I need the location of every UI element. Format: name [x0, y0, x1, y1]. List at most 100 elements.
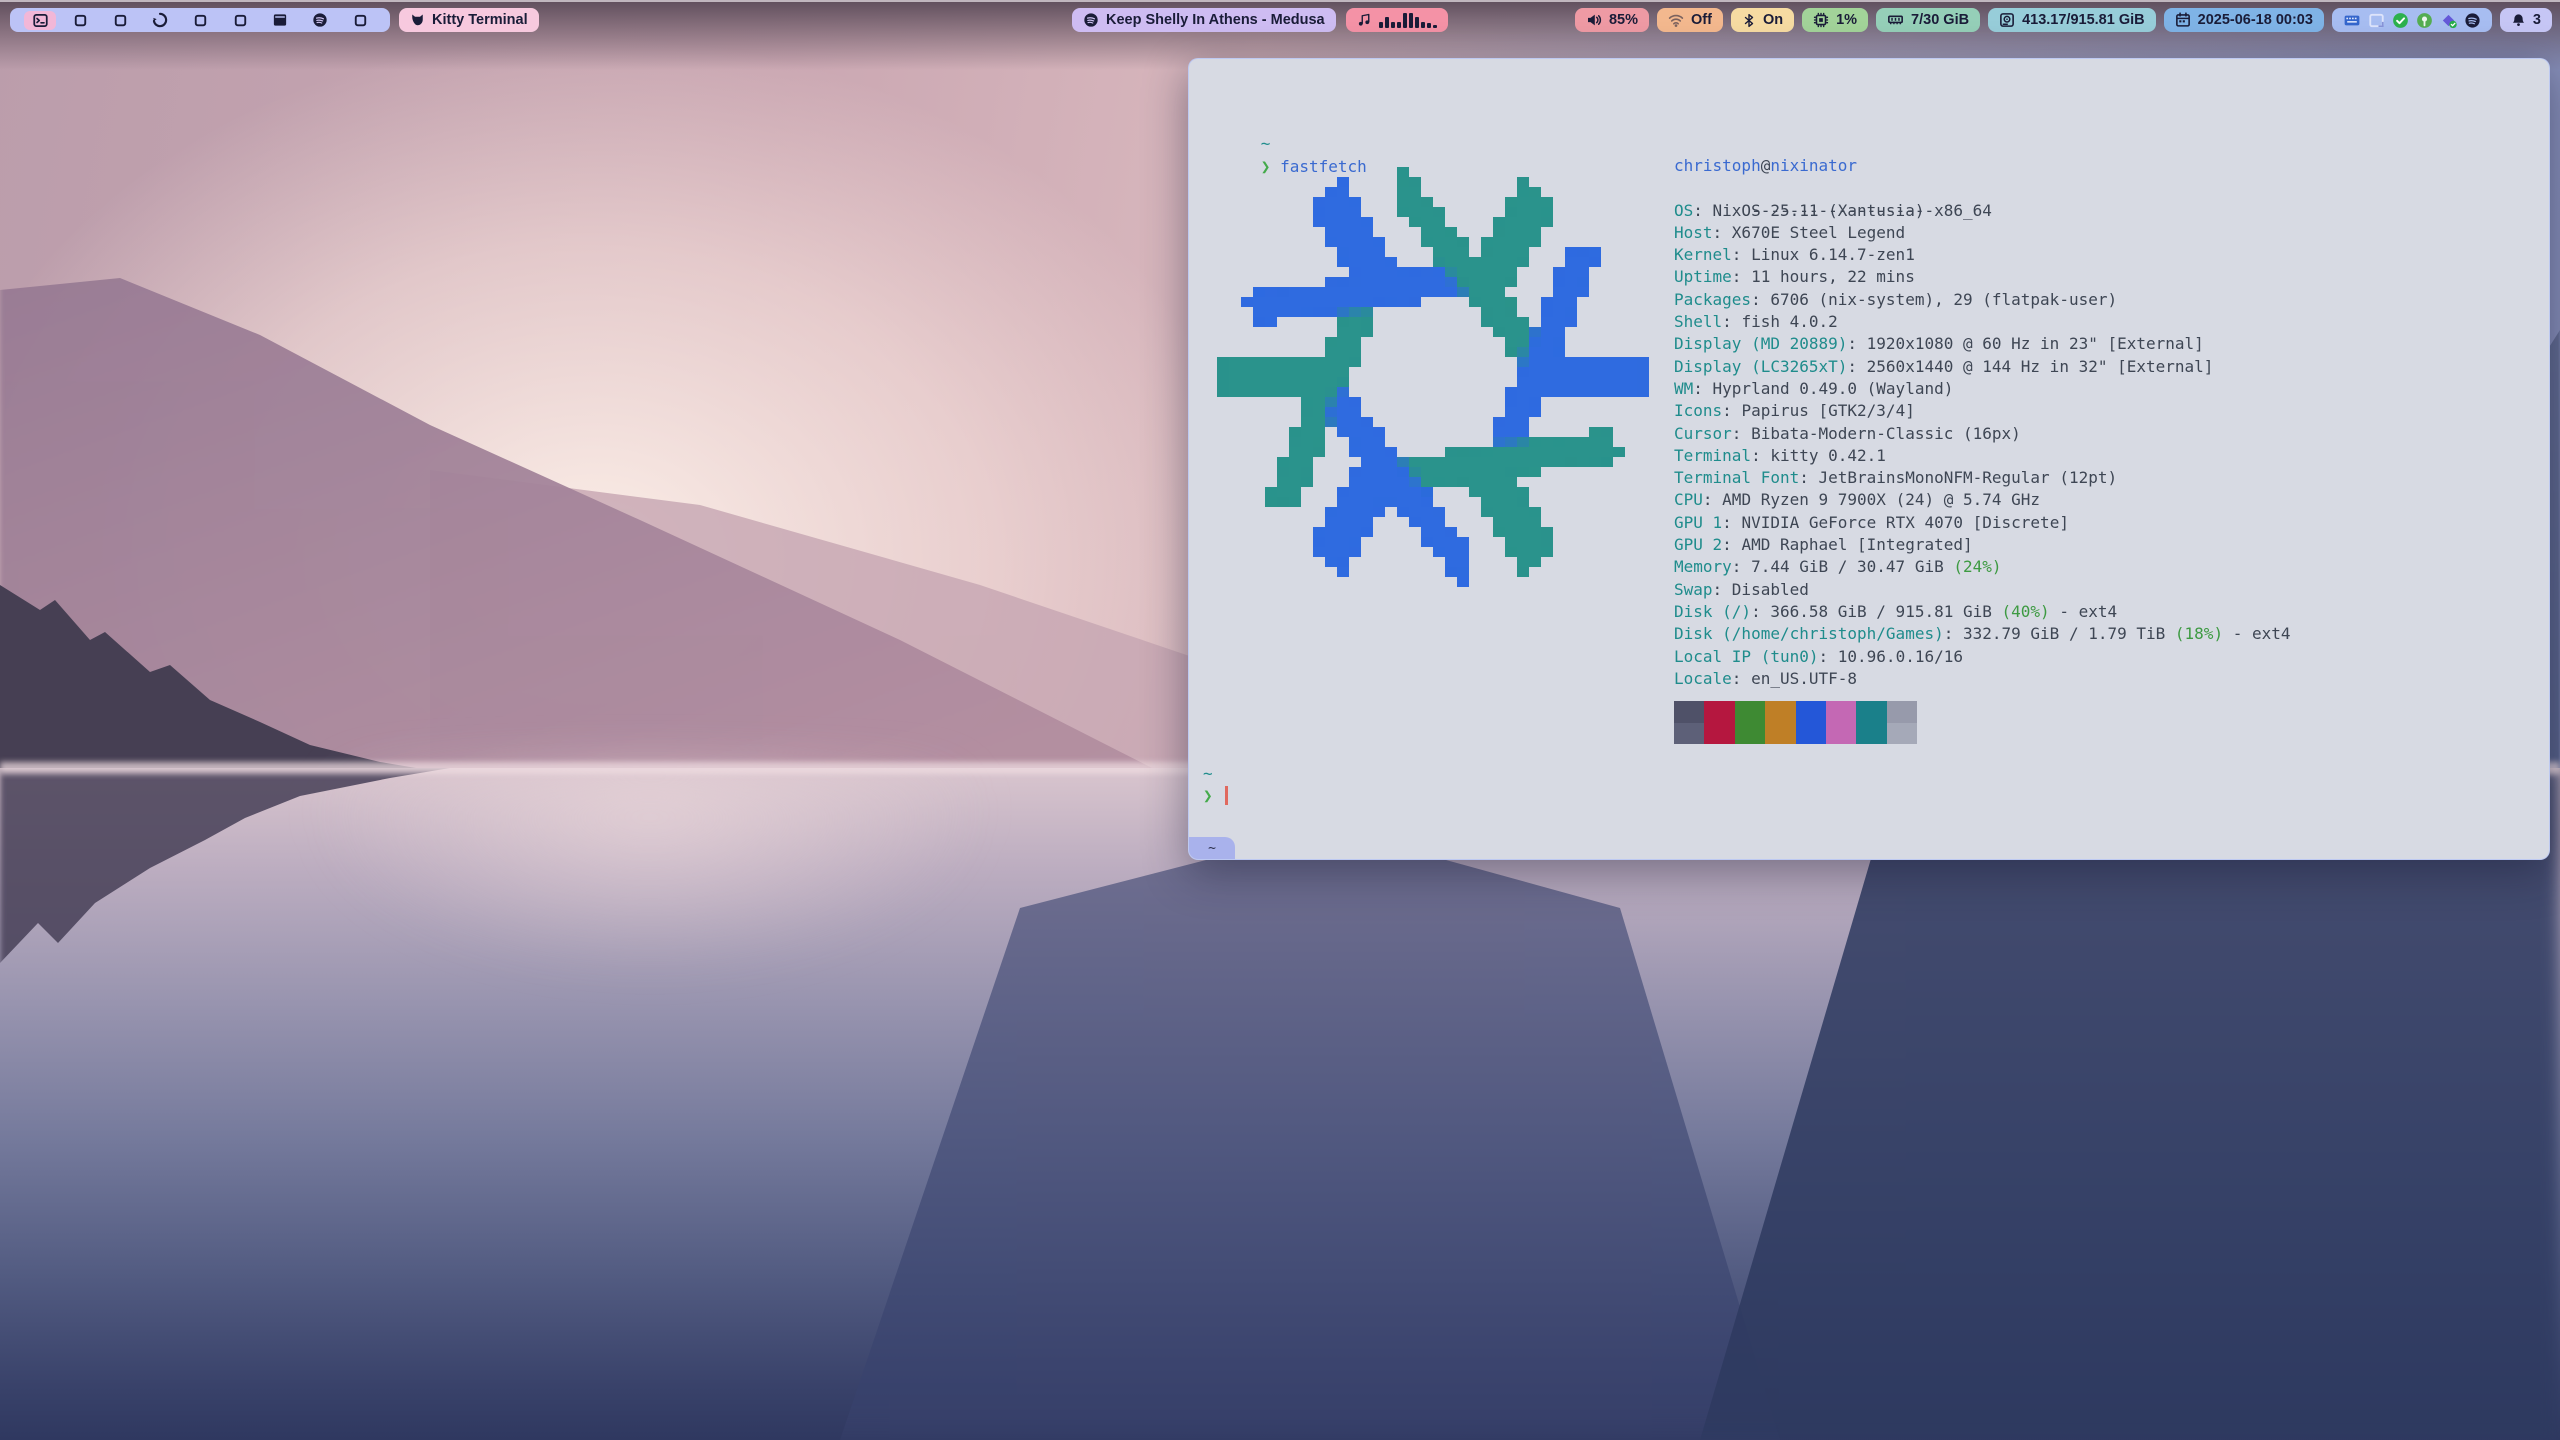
status-bar: Kitty Terminal Keep Shelly In Athens - M… [0, 0, 2560, 40]
fastfetch-line: Terminal Font: JetBrainsMonoNFM-Regular … [1674, 467, 2291, 489]
palette-swatch [1826, 701, 1856, 723]
bar-center-group: Keep Shelly In Athens - Medusa [1072, 8, 1448, 32]
visualizer-bar [1433, 25, 1437, 28]
fastfetch-line: CPU: AMD Ryzen 9 7900X (24) @ 5.74 GHz [1674, 489, 2291, 511]
wifi-icon [1668, 12, 1684, 28]
palette-swatch [1796, 701, 1826, 723]
bluetooth-icon [1742, 13, 1756, 28]
square-icon [193, 13, 208, 28]
text-cursor [1225, 786, 1229, 805]
fastfetch-line: Display (MD 20889): 1920x1080 @ 60 Hz in… [1674, 333, 2291, 355]
square-icon [353, 13, 368, 28]
notifications-module[interactable]: 3 [2500, 8, 2552, 32]
bluetooth-label: On [1763, 12, 1783, 28]
volume-label: 85% [1609, 12, 1638, 28]
workspaces[interactable] [10, 8, 390, 32]
spotify-icon [1083, 12, 1099, 28]
terminal-icon [33, 13, 48, 28]
firefox-icon [152, 12, 168, 28]
palette-swatch [1765, 701, 1795, 723]
wallpaper-lake [0, 768, 2560, 1440]
fastfetch-title: christoph@nixinator [1674, 155, 2291, 177]
workspace-4[interactable] [140, 8, 180, 32]
clock-module[interactable]: 2025-06-18 00:03 [2164, 8, 2324, 32]
window-title-label: Kitty Terminal [432, 12, 528, 28]
sync-icon[interactable] [2440, 12, 2457, 29]
kitty-terminal-window[interactable]: ~ ❯ fastfetch christoph@nixinator ------… [1188, 58, 2550, 860]
volume-module[interactable]: 85% [1575, 8, 1649, 32]
workspace-7[interactable] [260, 8, 300, 32]
square-icon [73, 13, 88, 28]
visualizer-bar [1427, 23, 1431, 28]
disk-module[interactable]: 413.17/915.81 GiB [1988, 8, 2156, 32]
workspace-9[interactable] [340, 8, 380, 32]
palette-swatch [1735, 723, 1765, 744]
fastfetch-line: Disk (/): 366.58 GiB / 915.81 GiB (40%) … [1674, 601, 2291, 623]
workspace-3[interactable] [100, 8, 140, 32]
workspace-1[interactable] [20, 8, 60, 32]
visualizer-bar [1415, 17, 1419, 28]
spotify-icon [312, 12, 328, 28]
music-note-icon [1357, 13, 1372, 28]
fastfetch-line: Memory: 7.44 GiB / 30.47 GiB (24%) [1674, 556, 2291, 578]
palette-swatch [1674, 701, 1704, 723]
spotify-dark-icon[interactable] [2464, 12, 2481, 29]
fastfetch-line: Uptime: 11 hours, 22 mins [1674, 266, 2291, 288]
pin-icon[interactable] [2416, 12, 2433, 29]
kitty-tab-bar[interactable]: ~ [1189, 837, 1235, 859]
window-icon [272, 12, 288, 28]
memory-label: 7/30 GiB [1911, 12, 1969, 28]
system-tray[interactable] [2332, 8, 2492, 32]
check-icon[interactable] [2392, 12, 2409, 29]
keyboard-icon[interactable] [2343, 12, 2361, 29]
screenshot-icon[interactable] [2368, 12, 2385, 29]
memory-module[interactable]: 7/30 GiB [1876, 8, 1980, 32]
fastfetch-line: Display (LC3265xT): 2560x1440 @ 144 Hz i… [1674, 356, 2291, 378]
workspace-6[interactable] [220, 8, 260, 32]
network-module[interactable]: Off [1657, 8, 1723, 32]
fastfetch-line: Terminal: kitty 0.42.1 [1674, 445, 2291, 467]
palette-swatch [1765, 723, 1795, 744]
visualizer-bar [1421, 22, 1425, 28]
visualizer-bar [1385, 17, 1389, 28]
tab-label: ~ [1208, 841, 1216, 856]
cat-icon [410, 13, 425, 28]
visualizer-bar [1403, 13, 1407, 28]
nixos-logo [1205, 157, 1661, 597]
fastfetch-line: GPU 1: NVIDIA GeForce RTX 4070 [Discrete… [1674, 512, 2291, 534]
fastfetch-line: WM: Hyprland 0.49.0 (Wayland) [1674, 378, 2291, 400]
media-track-label: Keep Shelly In Athens - Medusa [1106, 12, 1325, 28]
media-player[interactable]: Keep Shelly In Athens - Medusa [1072, 8, 1336, 32]
disk-label: 413.17/915.81 GiB [2022, 12, 2145, 28]
palette-swatch [1735, 701, 1765, 723]
palette-swatch [1796, 723, 1826, 744]
visualizer-bar [1397, 22, 1401, 28]
wallpaper-sun-reflection [250, 768, 1050, 1188]
ram-icon [1887, 12, 1904, 28]
cpu-label: 1% [1836, 12, 1857, 28]
square-icon [113, 13, 128, 28]
workspace-2[interactable] [60, 8, 100, 32]
visualizer-bar [1391, 22, 1395, 28]
bluetooth-module[interactable]: On [1731, 8, 1794, 32]
fastfetch-output: christoph@nixinator ------------------- … [1674, 155, 2291, 744]
palette-swatch [1887, 701, 1917, 723]
bar-right-group: 85% Off On 1% 7/30 GiB 413.17/915.81 GiB 2025-… [1575, 8, 2552, 32]
palette-swatch [1704, 723, 1734, 744]
fastfetch-line: Packages: 6706 (nix-system), 29 (flatpak… [1674, 289, 2291, 311]
fastfetch-line: GPU 2: AMD Raphael [Integrated] [1674, 534, 2291, 556]
audio-visualizer[interactable] [1346, 8, 1448, 32]
workspace-5[interactable] [180, 8, 220, 32]
fastfetch-line: Locale: en_US.UTF-8 [1674, 668, 2291, 690]
palette-swatch [1887, 723, 1917, 744]
workspace-8[interactable] [300, 8, 340, 32]
cpu-icon [1813, 12, 1829, 28]
desktop: Kitty Terminal Keep Shelly In Athens - M… [0, 0, 2560, 1440]
bar-left-group: Kitty Terminal [10, 8, 539, 32]
fastfetch-line: OS: NixOS 25.11 (Xantusia) x86_64 [1674, 200, 2291, 222]
fastfetch-lines: OS: NixOS 25.11 (Xantusia) x86_64Host: X… [1674, 200, 2291, 691]
active-window-title[interactable]: Kitty Terminal [399, 8, 539, 32]
bell-icon [2511, 13, 2526, 28]
cpu-module[interactable]: 1% [1802, 8, 1868, 32]
disk-icon [1999, 12, 2015, 28]
